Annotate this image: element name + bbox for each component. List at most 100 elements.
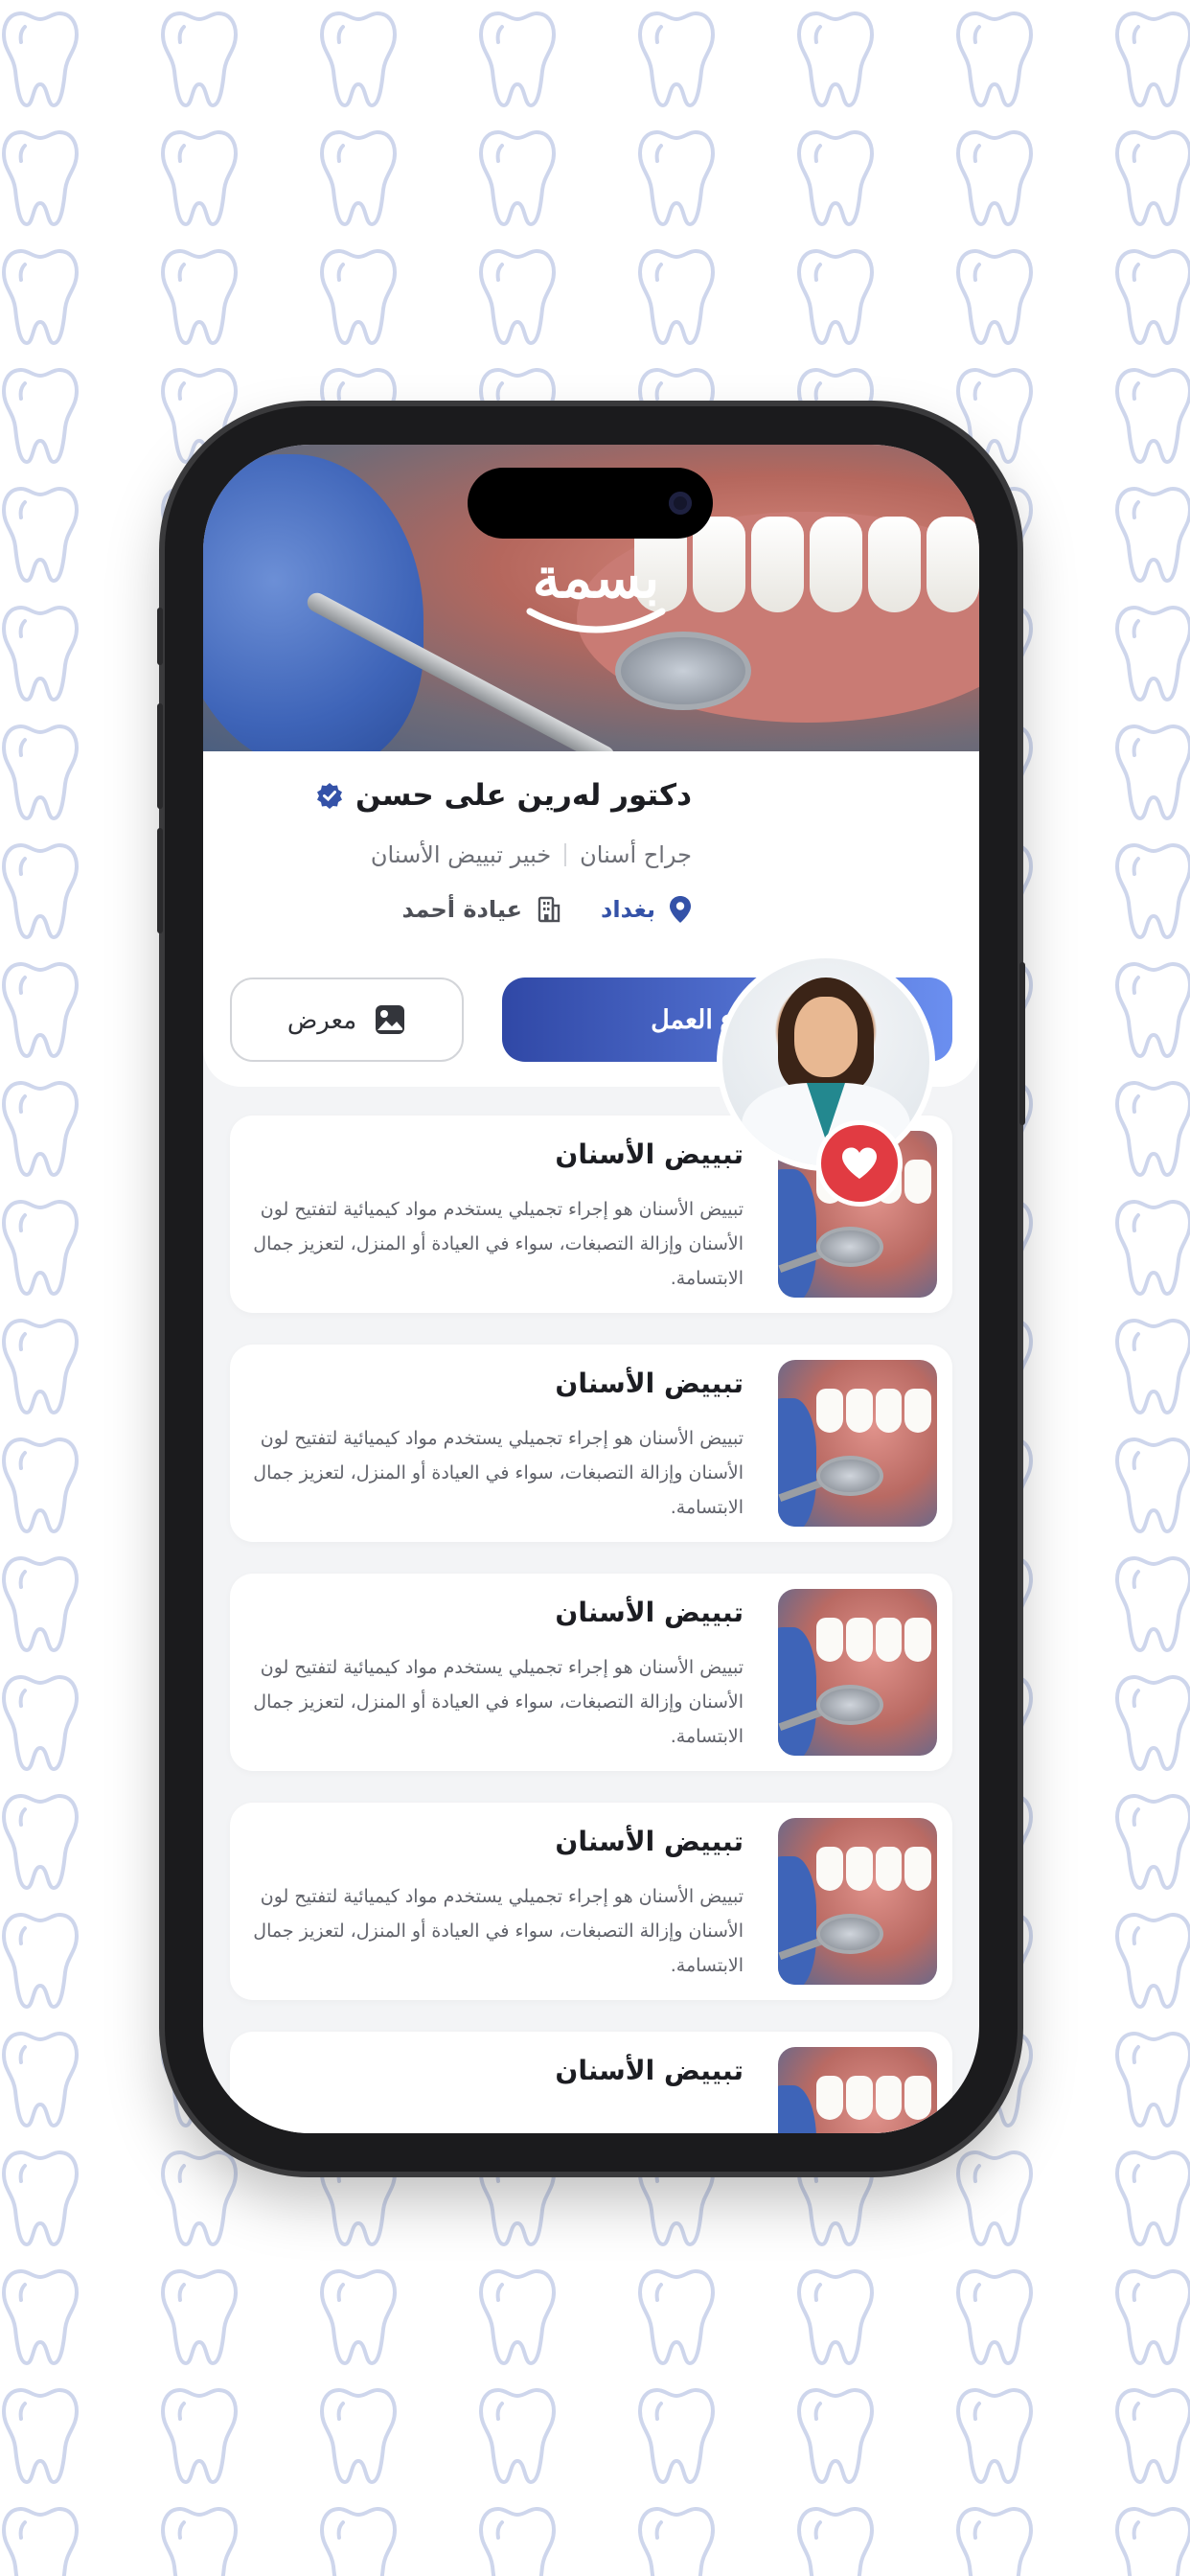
tooth-pattern-icon bbox=[0, 958, 80, 1062]
heart-icon bbox=[842, 1147, 877, 1179]
service-thumbnail bbox=[778, 1589, 937, 1756]
phone-frame: بسمة دكتور لەرين على حسن جراح أسنان خبير… bbox=[157, 406, 1025, 2172]
tooth-pattern-icon bbox=[0, 2028, 80, 2131]
tooth-pattern-icon bbox=[159, 2503, 240, 2576]
tooth-pattern-icon bbox=[795, 2266, 876, 2369]
tooth-pattern-icon bbox=[0, 602, 80, 705]
tooth-pattern-icon bbox=[1113, 1671, 1190, 1775]
service-description: تبييض الأسنان هو إجراء تجميلي يستخدم موا… bbox=[253, 1657, 744, 1747]
tooth-pattern-icon bbox=[954, 2503, 1035, 2576]
divider bbox=[564, 843, 567, 866]
tooth-pattern-icon bbox=[1113, 8, 1190, 111]
location-pin-icon bbox=[669, 895, 692, 924]
tooth-pattern-icon bbox=[954, 245, 1035, 349]
tooth-pattern-icon bbox=[159, 2147, 240, 2250]
tooth-pattern-icon bbox=[954, 2266, 1035, 2369]
specialty-secondary: خبير تبييض الأسنان bbox=[370, 841, 552, 868]
service-title: تبييض الأسنان bbox=[555, 1826, 744, 1857]
service-card[interactable]: تبييض الأسنان تبييض الأسنان هو إجراء تجم… bbox=[230, 1345, 952, 1542]
doctor-name-row: دكتور لەرين على حسن bbox=[315, 778, 692, 813]
phone-volume-down bbox=[157, 828, 163, 933]
verified-badge-icon bbox=[315, 781, 344, 810]
service-description: تبييض الأسنان هو إجراء تجميلي يستخدم موا… bbox=[253, 1428, 744, 1518]
tooth-pattern-icon bbox=[1113, 602, 1190, 705]
tooth-pattern-icon bbox=[1113, 1196, 1190, 1300]
tooth-pattern-icon bbox=[0, 2503, 80, 2576]
tooth-pattern-icon bbox=[1113, 721, 1190, 824]
tooth-pattern-icon bbox=[0, 840, 80, 943]
tooth-pattern-icon bbox=[795, 8, 876, 111]
location-row: بغداد عيادة أحمد bbox=[402, 895, 693, 924]
tooth-pattern-icon bbox=[0, 1196, 80, 1300]
app-screen: بسمة دكتور لەرين على حسن جراح أسنان خبير… bbox=[203, 445, 979, 2133]
phone-action-button bbox=[157, 608, 163, 665]
tooth-pattern-icon bbox=[0, 2266, 80, 2369]
tooth-pattern-icon bbox=[1113, 126, 1190, 230]
tooth-pattern-icon bbox=[477, 2503, 558, 2576]
phone-power-button bbox=[1019, 962, 1025, 1125]
service-title: تبييض الأسنان bbox=[555, 1597, 744, 1628]
tooth-pattern-icon bbox=[0, 1077, 80, 1181]
tooth-pattern-icon bbox=[0, 1909, 80, 2012]
gallery-button[interactable]: معرض bbox=[230, 978, 464, 1062]
tooth-pattern-icon bbox=[0, 8, 80, 111]
service-card[interactable]: تبييض الأسنان bbox=[230, 2032, 952, 2133]
doctor-name: دكتور لەرين على حسن bbox=[355, 778, 692, 813]
service-thumbnail bbox=[778, 2047, 937, 2133]
favorite-heart-button[interactable] bbox=[816, 1120, 903, 1207]
logo-smile-icon bbox=[526, 608, 666, 633]
specialty-primary: جراح أسنان bbox=[580, 841, 692, 868]
tooth-pattern-icon bbox=[318, 126, 399, 230]
tooth-pattern-icon bbox=[318, 2266, 399, 2369]
service-thumbnail bbox=[778, 1818, 937, 1985]
tooth-pattern-icon bbox=[636, 2266, 717, 2369]
tooth-pattern-icon bbox=[1113, 1315, 1190, 1418]
tooth-pattern-icon bbox=[954, 2384, 1035, 2488]
service-description: تبييض الأسنان هو إجراء تجميلي يستخدم موا… bbox=[253, 1886, 744, 1976]
tooth-pattern-icon bbox=[0, 2384, 80, 2488]
tooth-pattern-icon bbox=[795, 2503, 876, 2576]
tooth-pattern-icon bbox=[0, 483, 80, 586]
doctor-profile-card: دكتور لەرين على حسن جراح أسنان خبير تبيي… bbox=[203, 751, 979, 1207]
tooth-pattern-icon bbox=[318, 2503, 399, 2576]
hero-dental-mirror bbox=[615, 632, 751, 710]
service-title: تبييض الأسنان bbox=[555, 1368, 744, 1399]
tooth-pattern-icon bbox=[1113, 483, 1190, 586]
tooth-pattern-icon bbox=[477, 126, 558, 230]
tooth-pattern-icon bbox=[1113, 245, 1190, 349]
tooth-pattern-icon bbox=[477, 8, 558, 111]
service-title: تبييض الأسنان bbox=[555, 2055, 744, 2086]
tooth-pattern-icon bbox=[795, 2384, 876, 2488]
tooth-pattern-icon bbox=[636, 8, 717, 111]
tooth-pattern-icon bbox=[1113, 2384, 1190, 2488]
tooth-pattern-icon bbox=[1113, 2028, 1190, 2131]
tooth-pattern-icon bbox=[1113, 2266, 1190, 2369]
service-thumbnail bbox=[778, 1360, 937, 1527]
logo-text: بسمة bbox=[532, 545, 660, 610]
tooth-pattern-icon bbox=[1113, 2503, 1190, 2576]
city-label: بغداد bbox=[601, 896, 655, 923]
tooth-pattern-icon bbox=[0, 245, 80, 349]
tooth-pattern-icon bbox=[795, 245, 876, 349]
service-card[interactable]: تبييض الأسنان تبييض الأسنان هو إجراء تجم… bbox=[230, 1803, 952, 2000]
tooth-pattern-icon bbox=[1113, 364, 1190, 468]
clinic-label: عيادة أحمد bbox=[401, 896, 523, 923]
tooth-pattern-icon bbox=[636, 245, 717, 349]
tooth-pattern-icon bbox=[795, 126, 876, 230]
tooth-pattern-icon bbox=[477, 245, 558, 349]
tooth-pattern-icon bbox=[1113, 1077, 1190, 1181]
tooth-pattern-icon bbox=[954, 2147, 1035, 2250]
tooth-pattern-icon bbox=[159, 245, 240, 349]
tooth-pattern-icon bbox=[1113, 1909, 1190, 2012]
tooth-pattern-icon bbox=[954, 126, 1035, 230]
services-list: تبييض الأسنان تبييض الأسنان هو إجراء تجم… bbox=[230, 1116, 952, 2133]
tooth-pattern-icon bbox=[159, 126, 240, 230]
service-card[interactable]: تبييض الأسنان تبييض الأسنان هو إجراء تجم… bbox=[230, 1574, 952, 1771]
tooth-pattern-icon bbox=[636, 2503, 717, 2576]
tooth-pattern-icon bbox=[0, 126, 80, 230]
tooth-pattern-icon bbox=[477, 2266, 558, 2369]
tooth-pattern-icon bbox=[318, 245, 399, 349]
camera-icon bbox=[669, 492, 692, 515]
tooth-pattern-icon bbox=[0, 1671, 80, 1775]
gallery-label: معرض bbox=[286, 1004, 357, 1034]
